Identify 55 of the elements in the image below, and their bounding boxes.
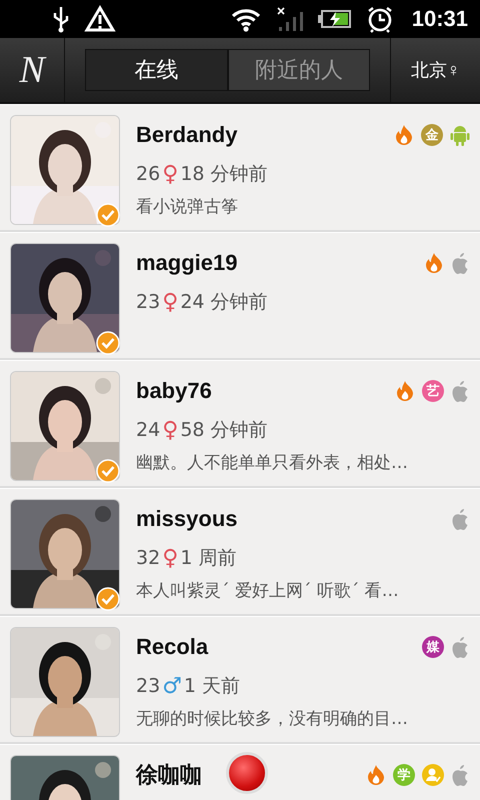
gender-symbol: ♀ xyxy=(162,162,178,186)
last-seen-time: 58 分钟前 xyxy=(180,418,268,443)
user-name: baby76 xyxy=(136,378,212,404)
android-icon xyxy=(450,124,470,146)
last-seen-time: 18 分钟前 xyxy=(180,162,268,187)
logo-button[interactable]: N xyxy=(0,38,65,102)
apple-icon xyxy=(451,508,470,530)
user-age: 23 xyxy=(136,291,160,313)
gender-symbol: ♀ xyxy=(162,418,178,442)
flame-icon xyxy=(394,124,414,146)
user-name: Berdandy xyxy=(136,122,238,148)
flame-icon xyxy=(395,380,415,402)
apple-icon xyxy=(451,764,470,786)
last-seen-time: 1 周前 xyxy=(180,546,236,571)
tag-badge: 艺 xyxy=(422,380,444,402)
warning-icon xyxy=(84,5,116,33)
tab[interactable]: 附近的人 xyxy=(228,49,370,91)
user-list-item[interactable]: baby76 艺 24♀58 分钟前 幽默。人不能单单只看外表，相处… xyxy=(0,360,480,488)
flame-icon xyxy=(424,252,444,274)
usb-icon xyxy=(52,5,70,33)
gender-symbol: ♀ xyxy=(162,290,178,314)
last-seen-time: 1 天前 xyxy=(184,674,240,699)
user-list-item[interactable]: Recola 媒 23♂1 天前 无聊的时候比较多，没有明确的目… xyxy=(0,616,480,744)
location-filter-button[interactable]: 北京♀ xyxy=(390,38,480,102)
user-age: 23 xyxy=(136,675,160,697)
user-name: 徐咖咖 xyxy=(136,761,202,789)
user-bio: 幽默。人不能单单只看外表，相处… xyxy=(136,452,409,474)
tab[interactable]: 在线 xyxy=(85,49,228,91)
record-button[interactable] xyxy=(226,752,268,794)
tag-badge: 学 xyxy=(393,764,415,786)
apple-icon xyxy=(451,636,470,658)
tag-badge: 媒 xyxy=(422,636,444,658)
gender-symbol: ♂ xyxy=(162,674,182,698)
signal-icon xyxy=(276,5,304,33)
user-name: Recola xyxy=(136,634,208,660)
user-age: 24 xyxy=(136,419,160,441)
user-bio: 本人叫紫灵´ 爱好上网´ 听歌´ 看… xyxy=(136,580,400,602)
battery-icon xyxy=(318,9,352,29)
apple-icon xyxy=(451,252,470,274)
tag-badge: 金 xyxy=(421,124,443,146)
user-list-item[interactable]: Berdandy 金 26♀18 分钟前 看小说弹古筝 xyxy=(0,104,480,232)
user-bio: 看小说弹古筝 xyxy=(136,196,239,218)
user-list-item[interactable]: missyous 32♀1 周前 本人叫紫灵´ 爱好上网´ 听歌´ 看… xyxy=(0,488,480,616)
apple-icon xyxy=(451,380,470,402)
user-name: missyous xyxy=(136,506,238,532)
user-age: 32 xyxy=(136,547,160,569)
alarm-icon xyxy=(366,5,394,33)
flame-icon xyxy=(366,764,386,786)
user-bio: 无聊的时候比较多，没有明确的目… xyxy=(136,708,409,730)
status-time: 10:31 xyxy=(412,6,468,32)
last-seen-time: 24 分钟前 xyxy=(180,290,268,315)
user-name: maggie19 xyxy=(136,250,238,276)
user-age: 26 xyxy=(136,163,160,185)
user-list-item[interactable]: maggie19 23♀24 分钟前 xyxy=(0,232,480,360)
gender-symbol: ♀ xyxy=(162,546,178,570)
